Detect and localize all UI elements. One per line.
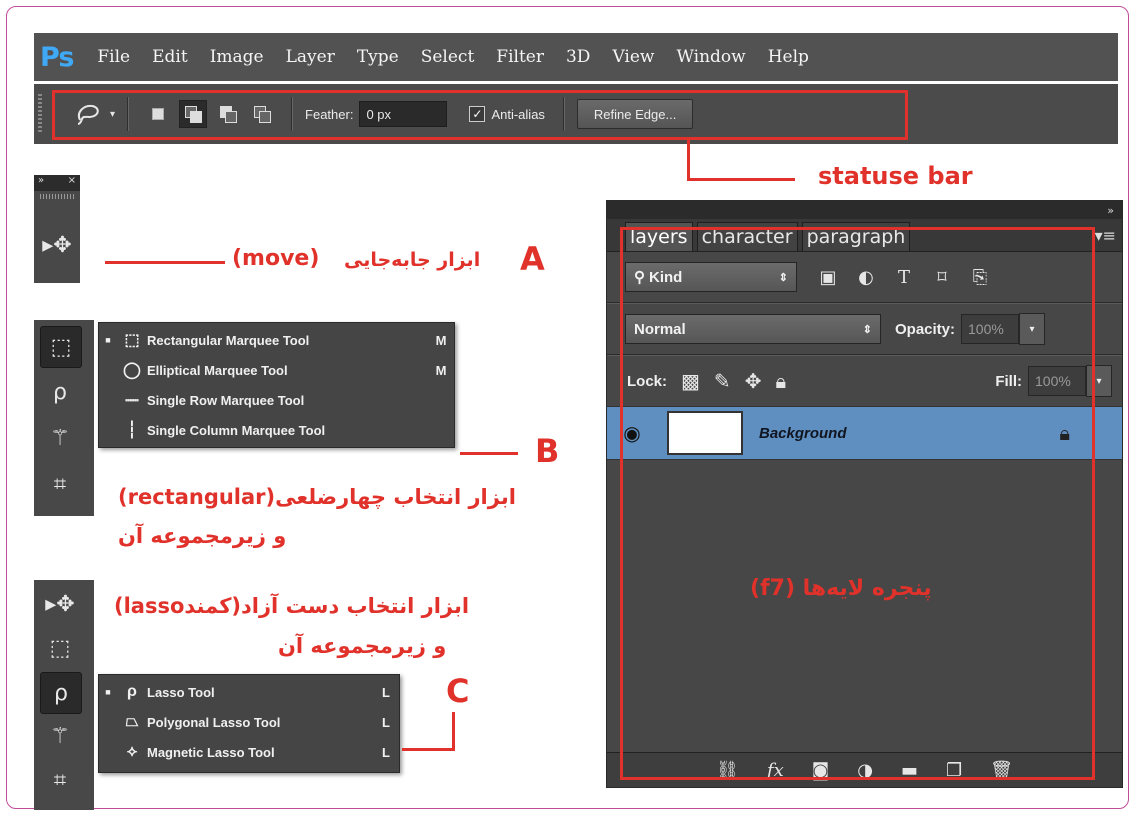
callout-a-english: (move)	[232, 246, 320, 271]
selected-bullet-icon: ■	[105, 687, 111, 697]
polygonal-lasso-icon: ⏢	[125, 713, 139, 730]
rect-marquee-icon: ⬚	[124, 332, 140, 349]
single-column-icon: ┆	[127, 422, 137, 439]
lasso-icon[interactable]: ρ	[40, 672, 82, 714]
callout-a-text: ابزار جابه‌جایی	[344, 249, 481, 271]
callout-a-line	[105, 261, 225, 264]
callout-c-line2: و زیرمجموعه آن	[278, 634, 447, 658]
layers-panel-highlight	[620, 227, 1095, 780]
flyout-item-label: Elliptical Marquee Tool	[147, 362, 288, 378]
options-bar-grip[interactable]	[38, 94, 42, 134]
panel-header: » ×	[34, 175, 80, 191]
tools-panel-lasso: ▸✥ ⬚ ρ ⚚ ⌗	[34, 580, 94, 810]
flyout-item-magnetic-lasso[interactable]: ⟡ Magnetic Lasso Tool L	[99, 737, 399, 767]
menu-3d[interactable]: 3D	[566, 47, 590, 67]
callout-b-letter: B	[535, 432, 560, 470]
flyout-item-label: Single Column Marquee Tool	[147, 422, 326, 438]
callout-c-line-vertical	[452, 712, 455, 750]
callout-b-line2: و زیرمجموعه آن	[118, 524, 287, 548]
flyout-item-single-column-marquee[interactable]: ┆ Single Column Marquee Tool	[99, 415, 454, 445]
flyout-item-polygonal-lasso[interactable]: ⏢ Polygonal Lasso Tool L	[99, 707, 399, 737]
collapse-icon[interactable]: »	[38, 175, 44, 191]
rect-marquee-icon[interactable]: ⬚	[40, 326, 82, 368]
flyout-shortcut: L	[382, 714, 390, 730]
lasso-icon[interactable]: ρ	[40, 372, 80, 412]
menu-image[interactable]: Image	[210, 47, 264, 67]
flyout-item-rectangular-marquee[interactable]: ■ ⬚ Rectangular Marquee Tool M	[99, 325, 454, 355]
menu-help[interactable]: Help	[768, 47, 809, 67]
tools-panel-mini: » × ▸✥	[34, 175, 80, 283]
menu-filter[interactable]: Filter	[496, 47, 544, 67]
tools-panel-marquee: ⬚ ρ ⚚ ⌗	[34, 320, 94, 516]
menu-bar: Ps File Edit Image Layer Type Select Fil…	[34, 33, 1118, 81]
photoshop-logo: Ps	[40, 41, 74, 73]
flyout-item-lasso[interactable]: ■ ρ Lasso Tool L	[99, 677, 399, 707]
flyout-shortcut: L	[382, 684, 390, 700]
flyout-item-label: Magnetic Lasso Tool	[147, 744, 275, 760]
flyout-item-label: Rectangular Marquee Tool	[147, 332, 310, 348]
callout-c-line1: ابزار انتخاب دست آزاد(کمندlasso)	[114, 594, 470, 618]
magic-wand-icon[interactable]: ⚚	[40, 418, 80, 458]
single-row-icon: ┅┅	[125, 394, 139, 407]
flyout-shortcut: M	[435, 362, 447, 378]
rect-marquee-icon[interactable]: ⬚	[40, 628, 80, 668]
flyout-item-label: Lasso Tool	[147, 684, 215, 700]
flyout-item-single-row-marquee[interactable]: ┅┅ Single Row Marquee Tool	[99, 385, 454, 415]
callout-c-line-horizontal	[402, 748, 455, 751]
flyout-item-label: Single Row Marquee Tool	[147, 392, 305, 408]
ellipse-marquee-icon: ◯	[123, 362, 141, 379]
collapse-panel-icon[interactable]: »	[1107, 204, 1114, 217]
selected-bullet-icon: ■	[105, 335, 111, 345]
status-bar-connector	[687, 178, 795, 181]
lasso-icon: ρ	[127, 683, 137, 700]
move-tool-icon[interactable]: ▸✥	[37, 225, 77, 265]
marquee-flyout-menu: ■ ⬚ Rectangular Marquee Tool M ◯ Ellipti…	[98, 322, 455, 448]
callout-a-letter: A	[520, 240, 545, 278]
status-bar-caption: statuse bar	[818, 162, 973, 190]
panel-menu-icon[interactable]: ▾≡	[1095, 226, 1122, 251]
close-icon[interactable]: ×	[68, 175, 76, 191]
flyout-item-label: Polygonal Lasso Tool	[147, 714, 281, 730]
menu-file[interactable]: File	[97, 47, 130, 67]
crop-icon[interactable]: ⌗	[40, 464, 80, 504]
menu-select[interactable]: Select	[421, 47, 475, 67]
callout-c-letter: C	[446, 672, 470, 710]
menu-type[interactable]: Type	[357, 47, 399, 67]
magic-wand-icon[interactable]: ⚚	[40, 716, 80, 756]
flyout-shortcut: L	[382, 744, 390, 760]
layers-window-caption: پنجره لایه‌ها (f7)	[750, 576, 932, 601]
crop-icon[interactable]: ⌗	[40, 760, 80, 800]
flyout-shortcut: M	[435, 332, 447, 348]
status-bar-highlight	[52, 90, 908, 140]
callout-b-line1: ابزار انتخاب چهارضلعی(rectangular)	[118, 485, 516, 509]
panel-top-bar: »	[607, 201, 1122, 219]
flyout-item-elliptical-marquee[interactable]: ◯ Elliptical Marquee Tool M	[99, 355, 454, 385]
menu-view[interactable]: View	[612, 47, 654, 67]
magnetic-lasso-icon: ⟡	[126, 743, 138, 760]
callout-b-line	[460, 452, 518, 455]
lasso-flyout-menu: ■ ρ Lasso Tool L ⏢ Polygonal Lasso Tool …	[98, 674, 400, 773]
menu-edit[interactable]: Edit	[152, 47, 188, 67]
status-bar-connector	[687, 140, 690, 180]
panel-grip[interactable]	[40, 194, 74, 199]
menu-layer[interactable]: Layer	[286, 47, 335, 67]
menu-window[interactable]: Window	[676, 47, 745, 67]
move-tool-icon[interactable]: ▸✥	[40, 584, 80, 624]
